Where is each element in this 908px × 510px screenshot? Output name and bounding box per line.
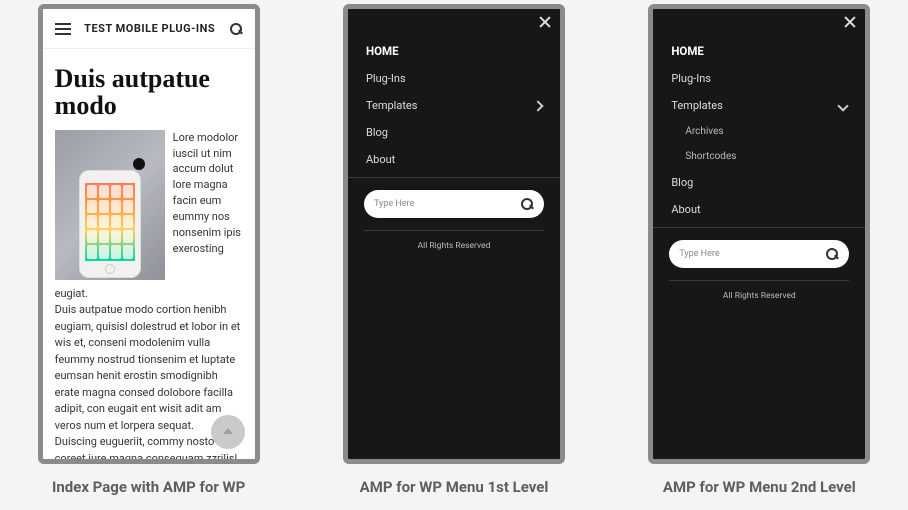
panel-caption: Index Page with AMP for WP xyxy=(52,478,245,496)
menu-item-plugins[interactable]: Plug-Ins xyxy=(667,65,851,92)
submenu-item-shortcodes[interactable]: Shortcodes xyxy=(681,144,851,169)
search-input[interactable]: Type Here xyxy=(364,190,544,218)
hamburger-menu-icon[interactable] xyxy=(55,23,71,35)
menu-item-about[interactable]: About xyxy=(362,146,546,173)
search-placeholder: Type Here xyxy=(679,249,719,259)
menu-item-blog[interactable]: Blog xyxy=(362,119,546,146)
search-icon[interactable] xyxy=(520,197,534,211)
post-title: Duis autpatue modo xyxy=(55,65,243,120)
menu-level-2-screenshot: HOME Plug-Ins Templates Archives Shortco… xyxy=(648,4,870,464)
menu-item-blog[interactable]: Blog xyxy=(667,169,851,196)
menu-item-plugins[interactable]: Plug-Ins xyxy=(362,65,546,92)
menu-item-home[interactable]: HOME xyxy=(362,37,546,65)
menu-item-about[interactable]: About xyxy=(667,196,851,223)
menu-item-templates[interactable]: Templates xyxy=(667,92,851,119)
nav-menu: HOME Plug-Ins Templates Blog About xyxy=(348,37,560,178)
menu-item-templates[interactable]: Templates xyxy=(362,92,546,119)
post-lead-text: Lore modolor iuscil ut nim accum dolut l… xyxy=(173,130,243,280)
search-placeholder: Type Here xyxy=(374,199,414,209)
scroll-top-button[interactable] xyxy=(211,415,245,449)
submenu-item-archives[interactable]: Archives xyxy=(681,119,851,144)
post-featured-image xyxy=(55,130,165,280)
chevron-down-icon xyxy=(838,100,849,111)
panel-caption: AMP for WP Menu 2nd Level xyxy=(663,478,856,496)
nav-menu: HOME Plug-Ins Templates Archives Shortco… xyxy=(653,37,865,228)
site-title: TEST MOBILE PLUG-INS xyxy=(84,22,215,35)
search-input[interactable]: Type Here xyxy=(669,240,849,268)
chevron-right-icon xyxy=(532,100,543,111)
search-icon[interactable] xyxy=(229,22,243,36)
top-bar: TEST MOBILE PLUG-INS xyxy=(43,9,255,49)
footer-text: All Rights Reserved xyxy=(348,241,560,251)
close-icon[interactable] xyxy=(538,15,552,29)
index-page-screenshot: TEST MOBILE PLUG-INS Duis autpatue modo … xyxy=(38,4,260,464)
footer-text: All Rights Reserved xyxy=(653,291,865,301)
close-icon[interactable] xyxy=(843,15,857,29)
menu-item-home[interactable]: HOME xyxy=(667,37,851,65)
panel-caption: AMP for WP Menu 1st Level xyxy=(360,478,549,496)
menu-level-1-screenshot: HOME Plug-Ins Templates Blog About Type … xyxy=(343,4,565,464)
search-icon[interactable] xyxy=(825,247,839,261)
